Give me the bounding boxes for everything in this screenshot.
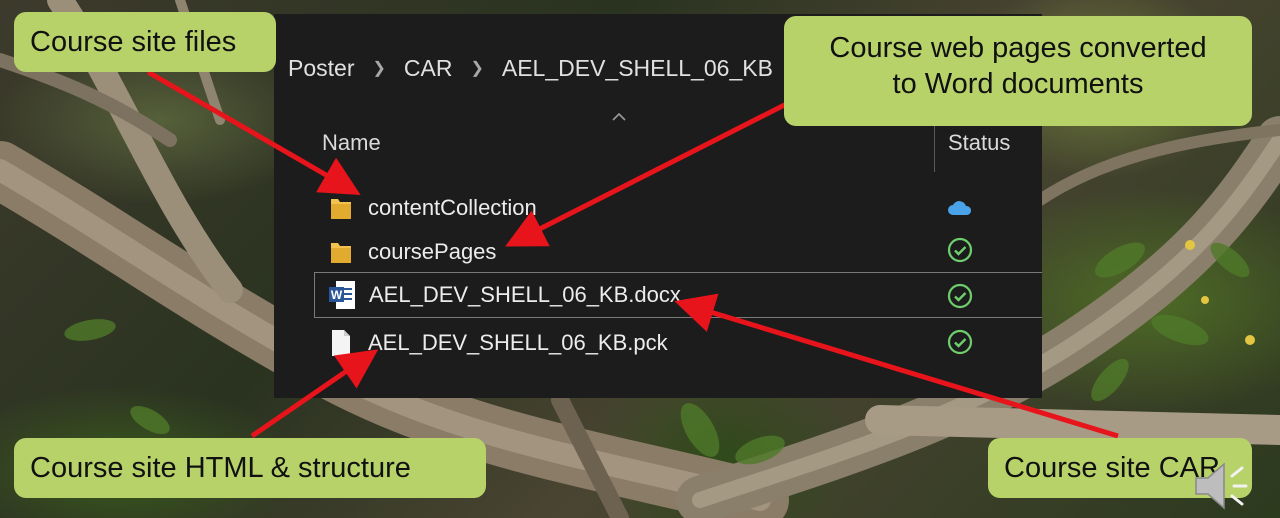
file-row-docx[interactable]: W AEL_DEV_SHELL_06_KB.docx [314,272,1042,318]
file-row-pck[interactable]: AEL_DEV_SHELL_06_KB.pck [314,321,1042,365]
breadcrumb-item-car[interactable]: CAR [404,55,453,82]
callout-web-pages: Course web pages converted to Word docum… [784,16,1252,126]
breadcrumb-item-poster[interactable]: Poster [288,55,354,82]
folder-icon [326,237,356,267]
column-header-name[interactable]: Name [322,130,381,156]
svg-text:W: W [331,288,343,302]
blank-file-icon [326,328,356,358]
callout-html-structure: Course site HTML & structure [14,438,486,498]
synced-check-icon [946,236,974,264]
synced-check-icon [946,328,974,356]
file-row-coursepages[interactable]: coursePages [314,230,1042,274]
callout-line: Course web pages converted [829,32,1207,64]
column-divider[interactable] [934,126,935,172]
callout-line: to Word documents [892,68,1144,101]
file-name: contentCollection [368,195,537,220]
breadcrumb: Poster ❯ CAR ❯ AEL_DEV_SHELL_06_KB [288,52,773,84]
word-document-icon: W [327,280,357,310]
chevron-right-icon: ❯ [372,60,386,77]
file-name: AEL_DEV_SHELL_06_KB.pck [368,330,668,355]
column-header-status[interactable]: Status [948,130,1010,156]
synced-check-icon [946,282,974,310]
sort-up-icon [612,112,626,121]
cloud-icon [946,194,974,222]
folder-icon [326,193,356,223]
speaker-icon[interactable] [1192,458,1254,514]
file-name: coursePages [368,239,497,264]
breadcrumb-item-folder[interactable]: AEL_DEV_SHELL_06_KB [502,55,773,82]
callout-site-files: Course site files [14,12,276,72]
file-name: AEL_DEV_SHELL_06_KB.docx [369,282,681,307]
file-row-contentcollection[interactable]: contentCollection [314,186,1042,230]
chevron-right-icon: ❯ [470,60,484,77]
